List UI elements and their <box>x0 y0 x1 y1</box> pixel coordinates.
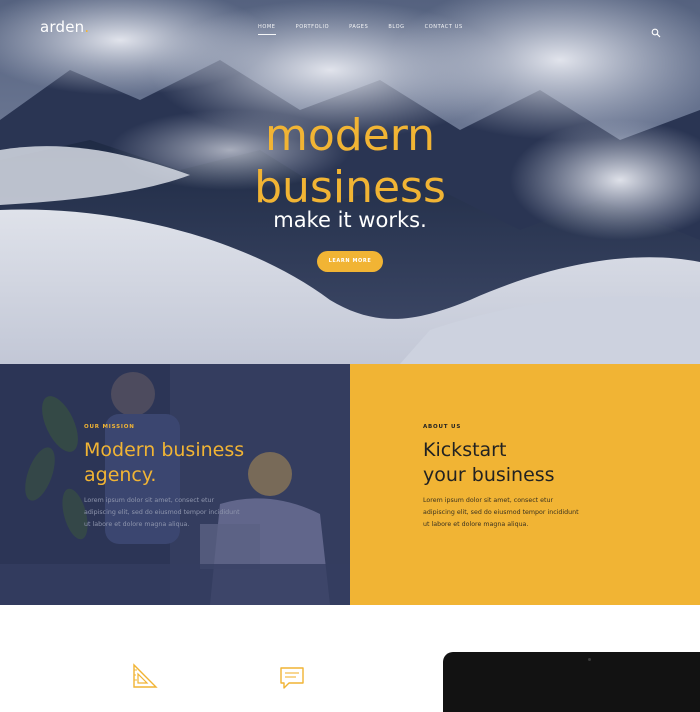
nav-item-home[interactable]: HOME <box>258 24 276 35</box>
mission-eyebrow: OUR MISSION <box>84 424 135 430</box>
about-panel: ABOUT US Kickstart your business Lorem i… <box>350 364 700 605</box>
search-icon[interactable] <box>651 23 661 38</box>
about-title: Kickstart your business <box>423 438 653 488</box>
monitor-camera <box>588 658 591 661</box>
hero-section: arden. HOME PORTFOLIO PAGES BLOG CONTACT… <box>0 0 700 364</box>
mission-title-line1: Modern business <box>84 439 245 461</box>
mission-body: Lorem ipsum dolor sit amet, consect etur… <box>84 497 240 528</box>
learn-more-button[interactable]: LEARN MORE <box>317 251 383 272</box>
about-title-line2: your business <box>423 464 555 486</box>
site-logo[interactable]: arden. <box>40 18 89 36</box>
mission-title: Modern business agency. <box>84 438 314 488</box>
chat-bubble-icon <box>279 665 305 695</box>
nav-item-contact-us[interactable]: CONTACT US <box>425 24 463 35</box>
nav-item-portfolio[interactable]: PORTFOLIO <box>296 24 330 35</box>
about-title-line1: Kickstart <box>423 439 507 461</box>
logo-dot: . <box>84 18 90 36</box>
nav-item-blog[interactable]: BLOG <box>388 24 404 35</box>
main-menu: HOME PORTFOLIO PAGES BLOG CONTACT US <box>258 24 483 35</box>
about-eyebrow: ABOUT US <box>423 424 462 430</box>
hero-title-line1: modern <box>265 110 435 161</box>
about-body: Lorem ipsum dolor sit amet, consect etur… <box>423 497 579 528</box>
hero-subtitle: make it works. <box>273 208 427 232</box>
hero-title: modern business <box>0 110 700 214</box>
monitor-mockup <box>443 652 700 712</box>
hero-title-line2: business <box>254 162 446 213</box>
mission-panel: OUR MISSION Modern business agency. Lore… <box>0 364 350 605</box>
top-navigation: arden. HOME PORTFOLIO PAGES BLOG CONTACT… <box>0 0 700 56</box>
logo-text: arden <box>40 18 85 36</box>
ruler-triangle-icon <box>131 662 159 694</box>
mission-title-line2: agency. <box>84 464 157 486</box>
nav-item-pages[interactable]: PAGES <box>349 24 368 35</box>
